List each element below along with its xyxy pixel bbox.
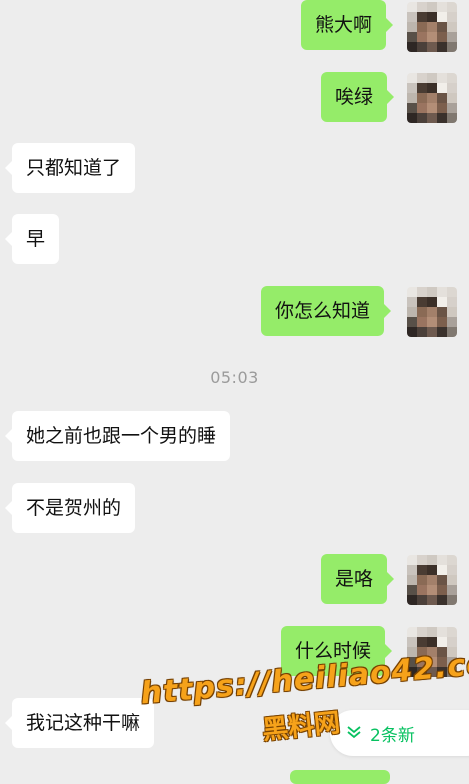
message-bubble-incoming[interactable]: 她之前也跟一个男的睡 bbox=[4, 411, 231, 461]
message-bubble-outgoing[interactable]: 唉绿 bbox=[321, 72, 395, 122]
message-bubble-outgoing[interactable]: 是咯 bbox=[321, 554, 395, 604]
message-bubble-outgoing[interactable]: 你怎么知道 bbox=[261, 286, 392, 336]
new-messages-label: 2条新 bbox=[370, 725, 415, 746]
message-bubble-incoming[interactable]: 我记这种干嘛 bbox=[4, 698, 155, 748]
message-bubble-outgoing[interactable]: 熊大啊 bbox=[301, 0, 394, 50]
time-separator: 05:03 bbox=[210, 368, 259, 387]
new-messages-button[interactable]: 2条新 bbox=[330, 710, 469, 756]
message-text: 熊大啊 bbox=[315, 14, 373, 36]
message-bubble-outgoing-partial[interactable] bbox=[290, 770, 390, 784]
message-text: 只都知道了 bbox=[26, 157, 122, 179]
message-text: 不是贺州的 bbox=[26, 497, 122, 519]
self-avatar[interactable] bbox=[407, 287, 457, 337]
message-bubble-incoming[interactable]: 只都知道了 bbox=[4, 143, 136, 193]
self-avatar[interactable] bbox=[407, 73, 457, 123]
self-avatar[interactable] bbox=[407, 2, 457, 52]
self-avatar[interactable] bbox=[407, 555, 457, 605]
message-bubble-incoming[interactable]: 早 bbox=[4, 214, 60, 264]
message-text: 唉绿 bbox=[335, 86, 374, 108]
message-bubble-incoming[interactable]: 不是贺州的 bbox=[4, 483, 136, 533]
chevron-down-icon bbox=[346, 723, 362, 743]
message-text: 你怎么知道 bbox=[275, 300, 371, 322]
message-text: 她之前也跟一个男的睡 bbox=[26, 425, 217, 447]
message-text: 我记这种干嘛 bbox=[26, 712, 141, 734]
message-text: 早 bbox=[26, 228, 46, 250]
watermark-name: 黑料网 bbox=[260, 707, 342, 746]
message-text: 是咯 bbox=[335, 568, 374, 590]
